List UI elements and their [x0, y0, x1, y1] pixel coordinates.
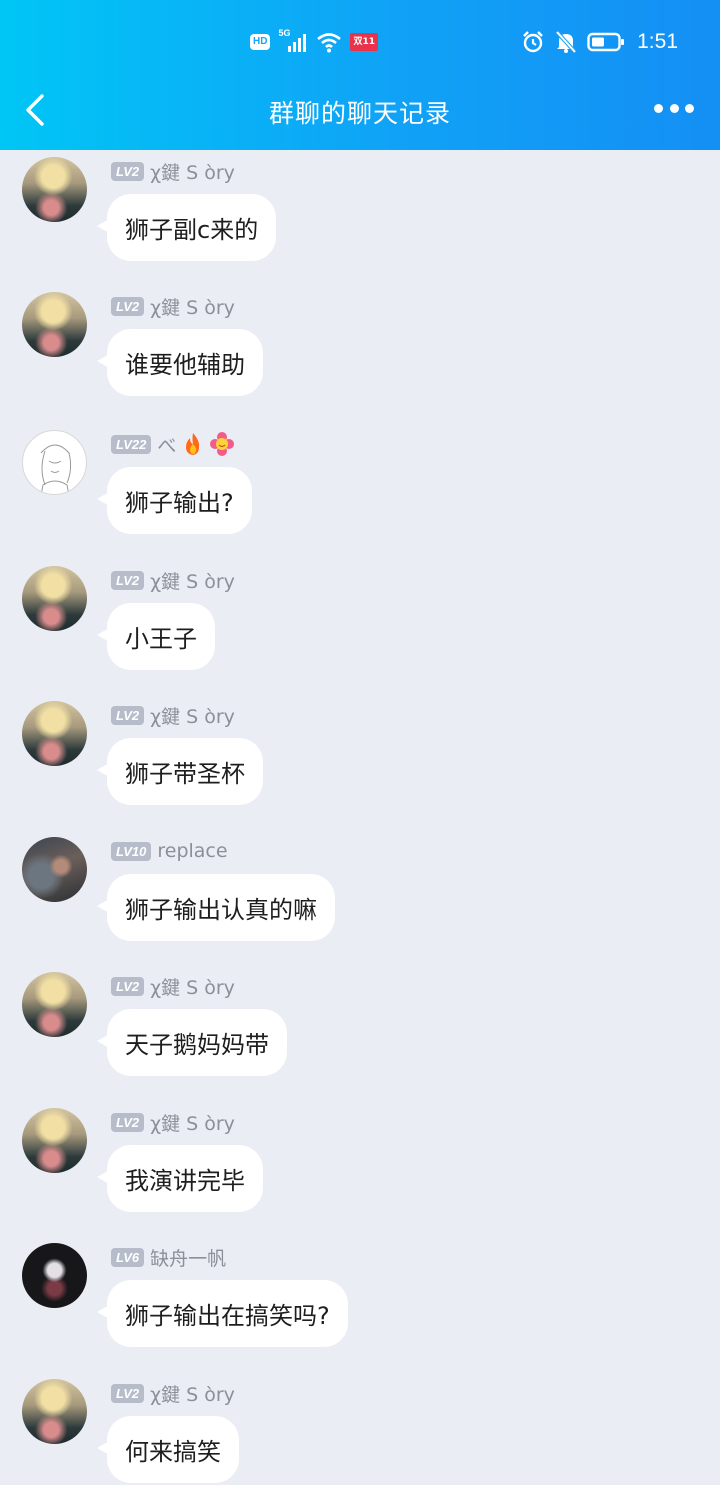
message-meta: LV2 χ鍵 S òry — [111, 158, 235, 185]
message-meta: LV10 replace — [111, 840, 228, 862]
chat-history-list[interactable]: LV2 χ鍵 S òry 狮子副c来的 LV2 χ鍵 S òry 谁要他辅助 L… — [0, 150, 720, 1485]
message-meta: LV2 χ鍵 S òry — [111, 973, 235, 1000]
blonde-avatar[interactable] — [22, 972, 87, 1037]
more-options-button[interactable] — [654, 98, 694, 118]
more-dot-icon — [669, 103, 679, 113]
message-meta: LV22 べ — [111, 431, 235, 458]
sketch-avatar[interactable] — [22, 430, 87, 495]
sender-name[interactable]: χ鍵 S òry — [150, 293, 235, 320]
message-bubble[interactable]: 何来搞笑 — [97, 1416, 239, 1483]
anime-sketch-icon — [40, 444, 72, 494]
flower-icon — [210, 432, 235, 456]
black-avatar[interactable] — [22, 1243, 87, 1308]
page-title: 群聊的聊天记录 — [268, 99, 451, 128]
sender-name[interactable]: χ鍵 S òry — [150, 702, 235, 729]
sender-name[interactable]: べ — [157, 431, 176, 458]
level-badge: LV22 — [111, 434, 152, 454]
level-badge: LV2 — [111, 1112, 145, 1132]
message-meta: LV2 χ鍵 S òry — [111, 567, 235, 594]
battery-icon — [587, 32, 625, 52]
blonde-avatar[interactable] — [22, 566, 87, 631]
status-bar: HD 5G 双11 1:51 — [0, 0, 720, 84]
message-meta: LV6 缺舟一帆 — [111, 1244, 226, 1271]
level-badge: LV2 — [111, 161, 145, 181]
message-bubble[interactable]: 天子鹅妈妈带 — [97, 1009, 287, 1076]
chat-message: LV10 replace 狮子输出认真的嘛 — [0, 830, 720, 965]
blonde-avatar[interactable] — [22, 1379, 87, 1444]
sender-name[interactable]: 缺舟一帆 — [150, 1244, 226, 1271]
level-badge: LV2 — [111, 296, 145, 316]
message-bubble[interactable]: 狮子输出认真的嘛 — [97, 874, 335, 941]
blonde-avatar[interactable] — [22, 701, 87, 766]
message-bubble[interactable]: 小王子 — [97, 603, 215, 670]
chat-message: LV6 缺舟一帆 狮子输出在搞笑吗? — [0, 1236, 720, 1371]
level-badge: LV2 — [111, 1383, 145, 1403]
status-right-icons: 1:51 — [521, 28, 678, 56]
message-meta: LV2 χ鍵 S òry — [111, 702, 235, 729]
blonde-avatar[interactable] — [22, 1108, 87, 1173]
sender-name[interactable]: χ鍵 S òry — [150, 158, 235, 185]
chat-message: LV22 べ 狮子输出? — [0, 423, 720, 558]
level-badge: LV6 — [111, 1247, 145, 1267]
message-bubble[interactable]: 狮子输出在搞笑吗? — [97, 1280, 348, 1347]
navigation-bar: 群聊的聊天记录 — [0, 84, 720, 136]
sender-name[interactable]: replace — [157, 840, 227, 862]
chat-message: LV2 χ鍵 S òry 小王子 — [0, 559, 720, 694]
message-bubble[interactable]: 我演讲完毕 — [97, 1145, 263, 1212]
sender-name[interactable]: χ鍵 S òry — [150, 567, 235, 594]
cellular-signal-icon: 5G — [278, 28, 308, 53]
blonde-avatar[interactable] — [22, 292, 87, 357]
message-bubble[interactable]: 狮子输出? — [97, 467, 252, 534]
chat-message: LV2 χ鍵 S òry 谁要他辅助 — [0, 285, 720, 420]
hd-icon: HD — [250, 34, 271, 50]
message-meta: LV2 χ鍵 S òry — [111, 293, 235, 320]
mute-bell-icon — [555, 30, 577, 54]
level-badge: LV2 — [111, 705, 145, 725]
chat-message: LV2 χ鍵 S òry 狮子带圣杯 — [0, 694, 720, 829]
dark-avatar[interactable] — [22, 837, 87, 902]
sender-name[interactable]: χ鍵 S òry — [150, 973, 235, 1000]
app-header: HD 5G 双11 1:51 群聊的聊天记录 — [0, 0, 720, 150]
more-dot-icon — [654, 103, 663, 113]
chat-message: LV2 χ鍵 S òry 天子鹅妈妈带 — [0, 965, 720, 1100]
blonde-avatar[interactable] — [22, 157, 87, 222]
alarm-icon — [523, 31, 543, 53]
sender-name[interactable]: χ鍵 S òry — [150, 1109, 235, 1136]
message-bubble[interactable]: 狮子副c来的 — [96, 194, 277, 261]
level-badge: LV10 — [111, 841, 152, 861]
level-badge: LV2 — [111, 976, 145, 996]
more-dot-icon — [685, 103, 694, 113]
message-meta: LV2 χ鍵 S òry — [111, 1109, 235, 1136]
level-badge: LV2 — [111, 570, 145, 590]
chat-message: LV2 χ鍵 S òry 何来搞笑 — [0, 1372, 720, 1485]
wifi-icon — [317, 33, 342, 53]
sender-name[interactable]: χ鍵 S òry — [150, 1380, 235, 1407]
message-bubble[interactable]: 狮子带圣杯 — [97, 738, 263, 805]
status-time: 1:51 — [637, 30, 678, 53]
chat-message: LV2 χ鍵 S òry 我演讲完毕 — [0, 1101, 720, 1236]
promo-badge: 双11 — [350, 33, 378, 51]
message-meta: LV2 χ鍵 S òry — [111, 1380, 235, 1407]
message-bubble[interactable]: 谁要他辅助 — [97, 329, 263, 396]
status-left-icons: HD 5G 双11 — [250, 28, 378, 54]
chat-message: LV2 χ鍵 S òry 狮子副c来的 — [0, 150, 720, 285]
fire-icon — [182, 432, 204, 456]
network-type-label: 5G — [278, 28, 291, 38]
